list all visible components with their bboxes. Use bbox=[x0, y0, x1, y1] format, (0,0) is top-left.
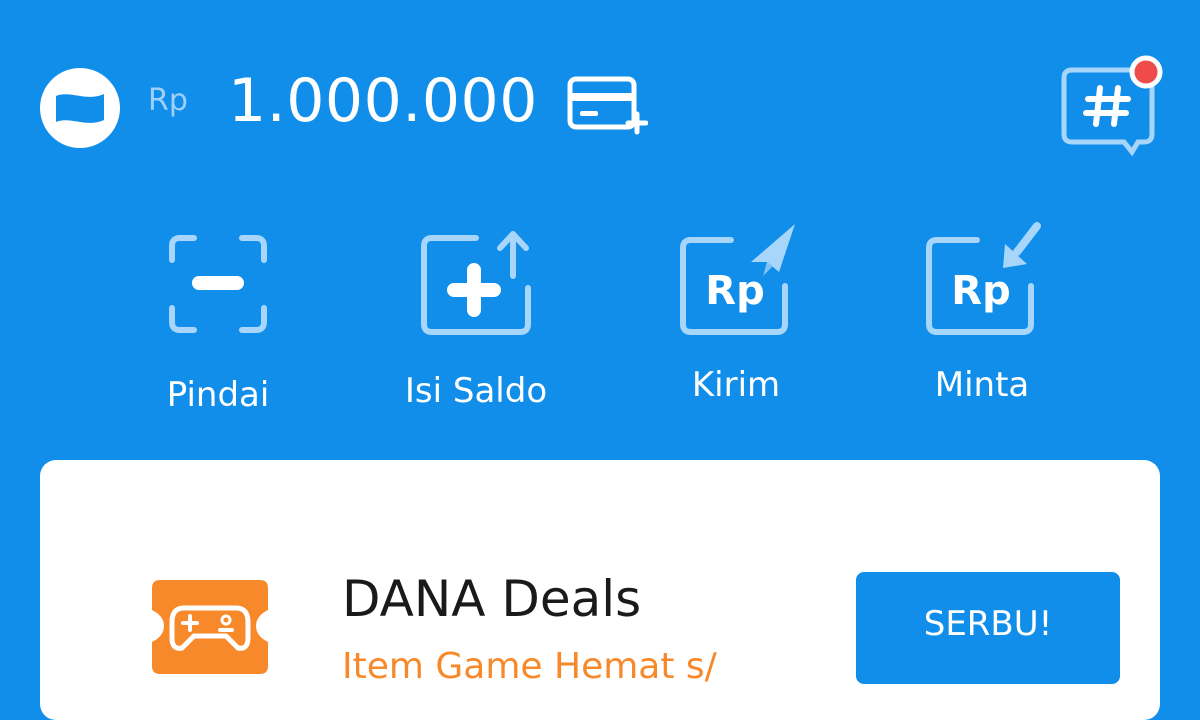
dana-deals-icon bbox=[150, 578, 270, 674]
action-kirim[interactable]: Rp Kirim bbox=[636, 222, 836, 405]
action-minta[interactable]: Rp Minta bbox=[882, 222, 1082, 405]
action-label: Pindai bbox=[166, 375, 270, 415]
scan-icon bbox=[169, 235, 267, 333]
rp-glyph: Rp bbox=[951, 268, 1010, 314]
action-label: Minta bbox=[934, 365, 1030, 405]
top-up-icon bbox=[421, 231, 531, 335]
send-money-icon: Rp bbox=[680, 224, 795, 335]
game-controller-ticket-icon bbox=[152, 580, 268, 674]
notifications-button[interactable] bbox=[1060, 54, 1170, 166]
promo-title: DANA Deals bbox=[342, 570, 642, 628]
chat-hashtag-icon bbox=[1061, 55, 1163, 157]
card-plus-icon bbox=[567, 76, 649, 135]
rp-glyph: Rp bbox=[705, 268, 764, 314]
dana-logo-icon bbox=[56, 94, 104, 123]
dana-logo bbox=[40, 68, 120, 148]
add-card-button[interactable] bbox=[566, 75, 649, 141]
balance-amount[interactable]: 1.000.000 bbox=[228, 71, 538, 131]
action-label: Kirim bbox=[691, 365, 781, 405]
balance-currency: Rp bbox=[148, 83, 188, 118]
request-money-icon: Rp bbox=[926, 222, 1041, 335]
action-isi-saldo[interactable]: Isi Saldo bbox=[376, 228, 576, 411]
action-label: Isi Saldo bbox=[404, 371, 548, 411]
action-pindai[interactable]: Pindai bbox=[118, 232, 318, 415]
promo-subtitle: Item Game Hemat s/ bbox=[342, 646, 717, 687]
serbu-button[interactable]: SERBU! bbox=[856, 572, 1120, 684]
